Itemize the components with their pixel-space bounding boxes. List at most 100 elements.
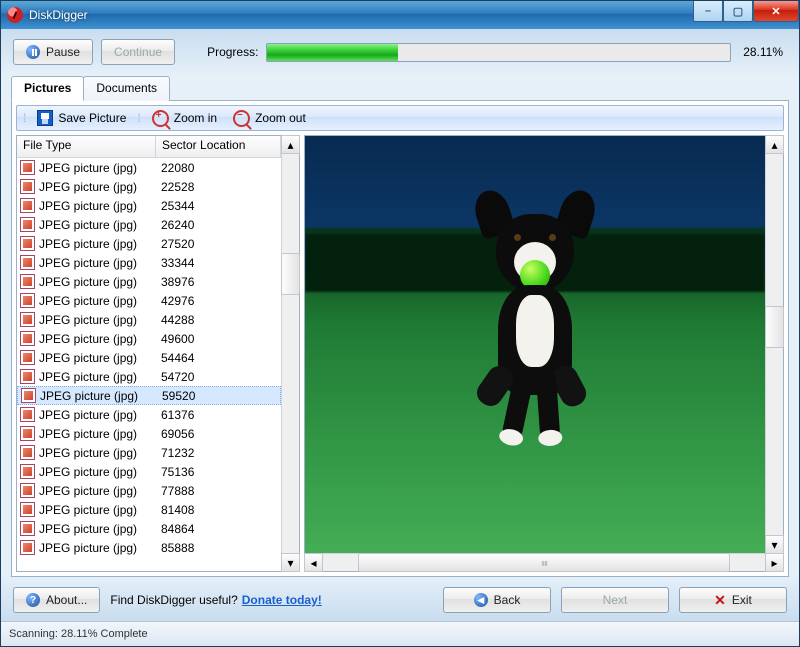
cell-file-type: JPEG picture (jpg)	[39, 256, 161, 270]
back-label: Back	[494, 593, 521, 607]
scroll-left-icon[interactable]: ◂	[304, 553, 323, 572]
cell-file-type: JPEG picture (jpg)	[39, 370, 161, 384]
app-window: DiskDigger – ▢ ✕ Pause Continue Progress…	[0, 0, 800, 647]
preview-vertical-scrollbar[interactable]: ▴ ▾	[765, 136, 783, 553]
table-row[interactable]: JPEG picture (jpg)44288	[17, 310, 281, 329]
save-picture-button[interactable]: Save Picture	[30, 107, 133, 129]
pause-button[interactable]: Pause	[13, 39, 93, 65]
window-title: DiskDigger	[29, 8, 88, 22]
scroll-track[interactable]	[766, 153, 783, 536]
cell-sector: 54720	[161, 370, 281, 384]
cell-file-type: JPEG picture (jpg)	[39, 161, 161, 175]
toolbar: ⁞ Save Picture ⁞ Zoom in Zoom out	[16, 105, 784, 131]
zoom-out-button[interactable]: Zoom out	[226, 107, 313, 130]
footer: ? About... Find DiskDigger useful? Donat…	[13, 587, 787, 613]
cell-sector: 22528	[161, 180, 281, 194]
cell-file-type: JPEG picture (jpg)	[39, 332, 161, 346]
table-row[interactable]: JPEG picture (jpg)27520	[17, 234, 281, 253]
exit-button[interactable]: ✕ Exit	[679, 587, 787, 613]
table-row[interactable]: JPEG picture (jpg)69056	[17, 424, 281, 443]
about-label: About...	[46, 593, 87, 607]
scroll-thumb[interactable]	[281, 253, 300, 295]
table-row[interactable]: JPEG picture (jpg)84864	[17, 519, 281, 538]
cell-sector: 54464	[161, 351, 281, 365]
jpeg-file-icon	[20, 350, 35, 365]
tab-documents[interactable]: Documents	[83, 76, 170, 101]
cell-sector: 69056	[161, 427, 281, 441]
column-sector[interactable]: Sector Location	[156, 136, 281, 157]
scroll-up-icon[interactable]: ▴	[281, 135, 300, 154]
jpeg-file-icon	[20, 502, 35, 517]
cell-sector: 61376	[161, 408, 281, 422]
cell-sector: 84864	[161, 522, 281, 536]
table-row[interactable]: JPEG picture (jpg)71232	[17, 443, 281, 462]
table-row[interactable]: JPEG picture (jpg)38976	[17, 272, 281, 291]
jpeg-file-icon	[20, 369, 35, 384]
save-icon	[37, 110, 53, 126]
cell-file-type: JPEG picture (jpg)	[39, 218, 161, 232]
jpeg-file-icon	[20, 483, 35, 498]
table-row[interactable]: JPEG picture (jpg)59520	[17, 386, 281, 405]
cell-file-type: JPEG picture (jpg)	[39, 180, 161, 194]
minimize-button[interactable]: –	[693, 1, 723, 22]
scroll-right-icon[interactable]: ▸	[765, 553, 784, 572]
table-row[interactable]: JPEG picture (jpg)33344	[17, 253, 281, 272]
table-row[interactable]: JPEG picture (jpg)54464	[17, 348, 281, 367]
table-row[interactable]: JPEG picture (jpg)22080	[17, 158, 281, 177]
table-row[interactable]: JPEG picture (jpg)54720	[17, 367, 281, 386]
close-button[interactable]: ✕	[753, 1, 799, 22]
scroll-up-icon[interactable]: ▴	[765, 135, 784, 154]
donate-link[interactable]: Donate today!	[242, 593, 322, 607]
column-file-type[interactable]: File Type	[17, 136, 156, 157]
useful-text: Find DiskDigger useful?	[110, 593, 237, 607]
pause-icon	[26, 45, 40, 59]
table-row[interactable]: JPEG picture (jpg)85888	[17, 538, 281, 557]
scroll-thumb[interactable]: ıııı	[358, 553, 731, 572]
zoom-in-icon	[152, 110, 169, 127]
jpeg-file-icon	[20, 445, 35, 460]
client-area: Pause Continue Progress: 28.11% Pictures…	[1, 29, 799, 621]
table-row[interactable]: JPEG picture (jpg)81408	[17, 500, 281, 519]
table-row[interactable]: JPEG picture (jpg)49600	[17, 329, 281, 348]
list-body[interactable]: JPEG picture (jpg)22080JPEG picture (jpg…	[17, 158, 281, 571]
pause-label: Pause	[46, 45, 80, 59]
jpeg-file-icon	[21, 388, 36, 403]
zoom-in-button[interactable]: Zoom in	[145, 107, 224, 130]
cell-sector: 59520	[162, 389, 280, 403]
continue-button[interactable]: Continue	[101, 39, 175, 65]
back-button[interactable]: ◄ Back	[443, 587, 551, 613]
next-button[interactable]: Next	[561, 587, 669, 613]
jpeg-file-icon	[20, 274, 35, 289]
preview-horizontal-scrollbar[interactable]: ◂ ıııı ▸	[305, 553, 783, 571]
tabstrip: Pictures Documents	[11, 75, 789, 100]
status-text: Scanning: 28.11% Complete	[9, 628, 148, 640]
results-list: File Type Sector Location JPEG picture (…	[16, 135, 300, 572]
scroll-thumb[interactable]	[765, 306, 784, 348]
cell-file-type: JPEG picture (jpg)	[39, 275, 161, 289]
scroll-down-icon[interactable]: ▾	[765, 535, 784, 554]
titlebar[interactable]: DiskDigger – ▢ ✕	[1, 1, 799, 29]
jpeg-file-icon	[20, 464, 35, 479]
scroll-track[interactable]: ıııı	[322, 554, 766, 571]
scroll-track[interactable]	[282, 153, 299, 554]
table-row[interactable]: JPEG picture (jpg)75136	[17, 462, 281, 481]
scroll-down-icon[interactable]: ▾	[281, 553, 300, 572]
cell-file-type: JPEG picture (jpg)	[39, 351, 161, 365]
preview-pane: ▴ ▾ ◂ ıııı ▸	[304, 135, 784, 572]
table-row[interactable]: JPEG picture (jpg)42976	[17, 291, 281, 310]
app-icon	[7, 7, 23, 23]
vertical-scrollbar[interactable]: ▴ ▾	[281, 136, 299, 571]
continue-label: Continue	[114, 45, 162, 59]
table-row[interactable]: JPEG picture (jpg)61376	[17, 405, 281, 424]
table-row[interactable]: JPEG picture (jpg)26240	[17, 215, 281, 234]
jpeg-file-icon	[20, 198, 35, 213]
table-row[interactable]: JPEG picture (jpg)77888	[17, 481, 281, 500]
close-icon: ✕	[771, 5, 780, 18]
tab-pictures[interactable]: Pictures	[11, 76, 84, 101]
cell-sector: 71232	[161, 446, 281, 460]
table-row[interactable]: JPEG picture (jpg)25344	[17, 196, 281, 215]
table-row[interactable]: JPEG picture (jpg)22528	[17, 177, 281, 196]
about-button[interactable]: ? About...	[13, 587, 100, 613]
maximize-button[interactable]: ▢	[723, 1, 753, 22]
jpeg-file-icon	[20, 540, 35, 555]
